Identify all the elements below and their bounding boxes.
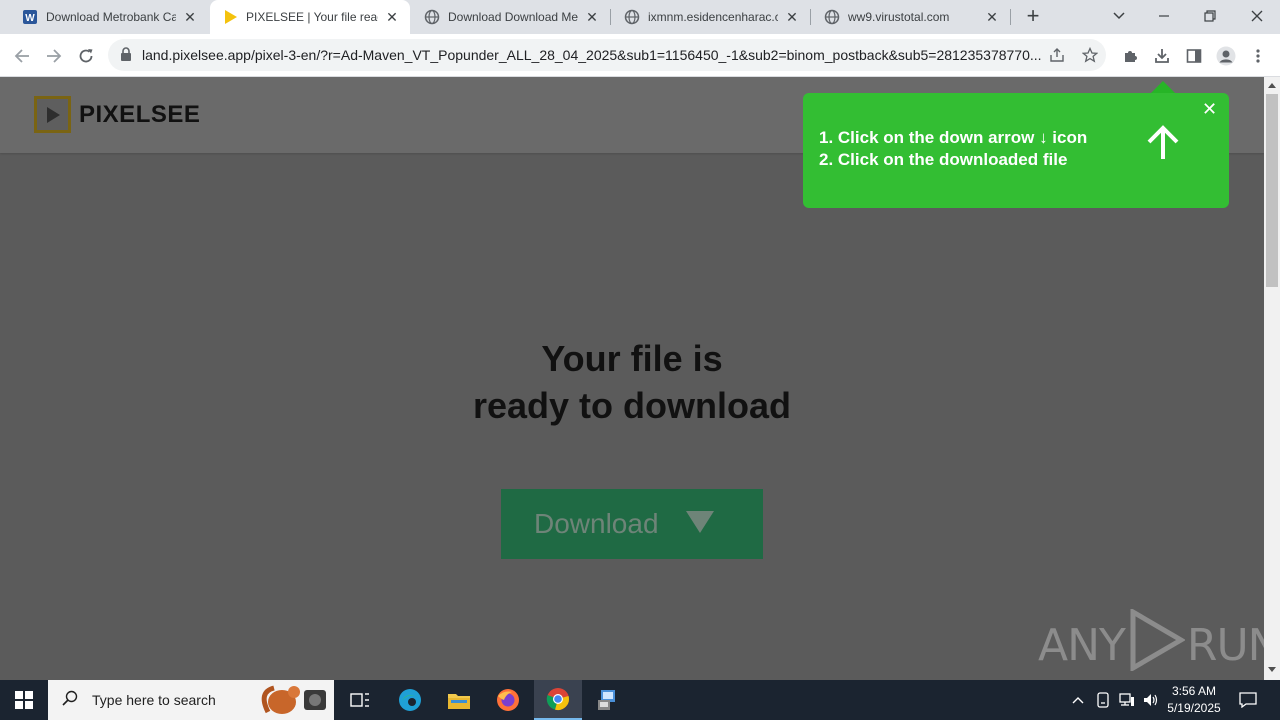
headline-line-2: ready to download: [472, 385, 792, 426]
close-icon[interactable]: ✕: [584, 9, 600, 25]
tab-separator: [810, 9, 811, 25]
restore-icon[interactable]: [1187, 0, 1233, 32]
tab-virustotal[interactable]: ww9.virustotal.com ✕: [812, 0, 1010, 34]
scroll-up-icon[interactable]: [1268, 83, 1276, 88]
firefox-icon[interactable]: [484, 680, 532, 720]
search-icon: [62, 690, 78, 711]
tab-metrobank[interactable]: W Download Metrobank Ca ✕: [10, 0, 208, 34]
search-placeholder: Type here to search: [92, 692, 216, 708]
page-scrollbar[interactable]: [1264, 77, 1280, 680]
pixelsee-play-icon: [222, 9, 238, 25]
new-tab-button[interactable]: +: [1020, 4, 1046, 30]
popup-step-1: 1. Click on the down arrow ↓ icon: [819, 128, 1088, 147]
tab-ixmnm[interactable]: ixmnm.esidencenharac.c ✕: [612, 0, 810, 34]
extensions-puzzle-icon[interactable]: [1119, 45, 1141, 67]
headline-line-1: Your file is: [541, 338, 723, 379]
popup-step-2: 2. Click on the downloaded file: [819, 150, 1068, 169]
up-arrow-icon: [1146, 125, 1180, 166]
tab-title: Download Download Me: [448, 10, 578, 24]
task-view-icon[interactable]: [336, 680, 384, 720]
logo-play-icon: [34, 96, 71, 133]
notifications-icon[interactable]: [1234, 680, 1262, 720]
back-arrow-icon[interactable]: [8, 42, 36, 70]
globe-icon: [424, 9, 440, 25]
popup-close-icon[interactable]: ✕: [1202, 99, 1217, 120]
chrome-taskbar-icon[interactable]: [534, 680, 582, 720]
forward-arrow-icon[interactable]: [40, 42, 68, 70]
minimize-icon[interactable]: [1141, 0, 1187, 32]
tab-title: Download Metrobank Ca: [46, 10, 176, 24]
pixelsee-logo[interactable]: PIXELSEE: [34, 96, 200, 133]
network-icon[interactable]: [1116, 680, 1138, 720]
volume-icon[interactable]: [1140, 680, 1162, 720]
lock-icon[interactable]: [120, 47, 132, 66]
download-button-label: Download: [534, 508, 659, 539]
windows-taskbar: Type here to search 3:56 AM 5/19/2025: [0, 680, 1280, 720]
watermark-play-icon: [1127, 607, 1186, 680]
tab-download-me[interactable]: Download Download Me ✕: [412, 0, 610, 34]
download-icon[interactable]: [1151, 45, 1173, 67]
edge-browser-icon[interactable]: [386, 680, 434, 720]
scroll-thumb[interactable]: [1266, 94, 1278, 287]
watermark-text-left: ANY: [1038, 620, 1126, 671]
address-bar[interactable]: land.pixelsee.app/pixel-3-en/?r=Ad-Maven…: [108, 39, 1106, 71]
clock-time: 3:56 AM: [1171, 684, 1217, 698]
tab-separator: [610, 9, 611, 25]
scroll-down-icon[interactable]: [1268, 667, 1276, 672]
close-icon[interactable]: ✕: [784, 9, 800, 25]
globe-icon: [624, 9, 640, 25]
tab-search-chevron-icon[interactable]: [1096, 0, 1142, 32]
chrome-menu-icon[interactable]: [1247, 45, 1269, 67]
tab-strip: W Download Metrobank Ca ✕ PIXELSEE | You…: [0, 0, 1280, 34]
tab-title: ixmnm.esidencenharac.c: [648, 10, 778, 24]
side-panel-icon[interactable]: [1183, 45, 1205, 67]
close-icon[interactable]: ✕: [384, 9, 400, 25]
browser-toolbar: land.pixelsee.app/pixel-3-en/?r=Ad-Maven…: [0, 34, 1280, 77]
system-clock[interactable]: 3:56 AM 5/19/2025: [1160, 683, 1228, 717]
url-text[interactable]: land.pixelsee.app/pixel-3-en/?r=Ad-Maven…: [142, 47, 1042, 63]
share-icon[interactable]: [1048, 46, 1066, 64]
close-window-icon[interactable]: [1234, 0, 1280, 32]
word-doc-icon: W: [22, 9, 38, 25]
tray-device-icon[interactable]: [1092, 680, 1114, 720]
clock-date: 5/19/2025: [1167, 701, 1221, 715]
tray-overflow-chevron-icon[interactable]: [1068, 680, 1088, 720]
close-icon[interactable]: ✕: [182, 9, 198, 25]
installer-app-icon[interactable]: [583, 680, 631, 720]
close-icon[interactable]: ✕: [984, 9, 1000, 25]
globe-icon: [824, 9, 840, 25]
logo-text: PIXELSEE: [79, 100, 201, 128]
tab-separator: [1010, 9, 1011, 25]
tab-title: ww9.virustotal.com: [848, 10, 950, 24]
download-instruction-popup: 1. Click on the down arrow ↓ icon 2. Cli…: [803, 93, 1229, 208]
reload-icon[interactable]: [72, 42, 100, 70]
watermark-text-right: RUN: [1186, 620, 1264, 671]
page-headline: Your file is ready to download: [332, 335, 932, 429]
profile-avatar-icon[interactable]: [1215, 45, 1237, 67]
svg-text:W: W: [25, 13, 35, 24]
search-highlight-squirrel-icon: [256, 682, 334, 720]
file-explorer-icon[interactable]: [435, 680, 483, 720]
tab-pixelsee[interactable]: PIXELSEE | Your file ready ✕: [210, 0, 410, 34]
download-button[interactable]: Download: [501, 489, 763, 559]
windows-start-icon[interactable]: [0, 680, 48, 720]
tab-title: PIXELSEE | Your file ready: [246, 10, 378, 24]
bookmark-star-icon[interactable]: [1081, 46, 1099, 64]
down-triangle-icon: [685, 510, 715, 539]
taskbar-search-box[interactable]: Type here to search: [48, 680, 334, 720]
anyrun-watermark: ANY RUN: [1038, 607, 1264, 680]
